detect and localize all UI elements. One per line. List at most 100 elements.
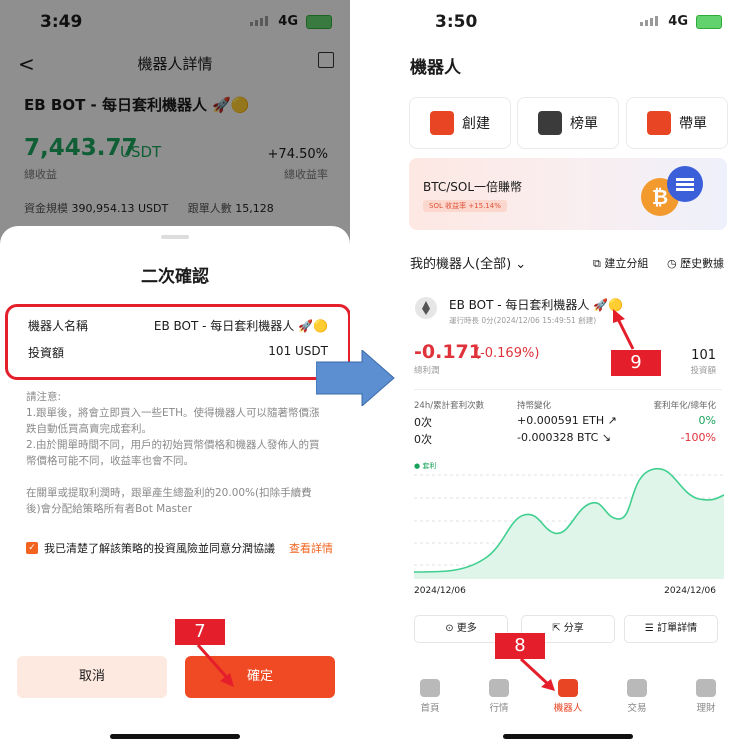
- clock-icon: ◷: [667, 257, 681, 270]
- arb-count-total: 0次: [414, 433, 432, 446]
- col-header-arb-count: 24h/累計套利次數: [414, 401, 485, 411]
- leaderboard-icon: [538, 111, 562, 135]
- arb-apr: 0%: [698, 414, 716, 427]
- history-link[interactable]: ◷ 歷史數據: [667, 255, 724, 271]
- signal-icon: [640, 16, 658, 26]
- more-button[interactable]: ⊙ 更多: [414, 615, 508, 643]
- banner-tag: SOL 收益率 +15.14%: [423, 200, 507, 212]
- copy-trade-label: 帶單: [679, 116, 707, 132]
- home-icon: [420, 679, 440, 697]
- cancel-button[interactable]: 取消: [17, 656, 167, 698]
- chart-date-start: 2024/12/06: [414, 586, 466, 596]
- pnl-label: 總利潤: [414, 366, 440, 376]
- create-icon: [430, 111, 454, 135]
- total-pnl: -0.171: [414, 341, 482, 363]
- leaderboard-label: 榜單: [570, 116, 598, 132]
- info-row-bot-name: 機器人名稱 EB BOT - 每日套利機器人 🚀🟡: [28, 317, 328, 334]
- chevron-down-icon: ⌄: [515, 257, 527, 272]
- leaderboard-button[interactable]: 榜單: [517, 97, 619, 149]
- sheet-title: 二次確認: [141, 267, 209, 287]
- bot-card[interactable]: EB BOT - 每日套利機器人 🚀🟡 運行時長 0分(2024/12/06 1…: [405, 283, 731, 663]
- tab-label: 機器人: [553, 703, 583, 714]
- note-line: 在關單或提取利潤時，跟單產生總盈利的20.00%(扣除手續費後)會分配給策略所有…: [26, 487, 312, 515]
- step-marker-7: 7: [175, 619, 225, 645]
- col-header-holding-change: 持幣變化: [517, 401, 552, 411]
- marker-arrow: [196, 644, 234, 687]
- total-apr: -100%: [680, 431, 716, 444]
- tab-label: 理財: [696, 703, 716, 714]
- home-indicator: [503, 734, 633, 739]
- note-line: 請注意:: [26, 391, 62, 403]
- tab-label: 行情: [489, 703, 509, 714]
- transition-arrow: [316, 350, 395, 406]
- sheet-handle[interactable]: [161, 235, 189, 239]
- left-screen: 3:49 4G < 機器人詳情 EB BOT - 每日套利機器人 🚀🟡 7,44…: [0, 0, 350, 747]
- home-indicator: [110, 734, 240, 739]
- my-bots-filter[interactable]: 我的機器人(全部) ⌄: [410, 253, 526, 272]
- copy-trade-button[interactable]: 帶單: [626, 97, 728, 149]
- investment-value: 101: [691, 348, 716, 363]
- btc-change: -0.000328 BTC ↘: [517, 431, 611, 444]
- agree-checkbox[interactable]: ✓: [26, 542, 38, 554]
- agree-text: 我已清楚了解該策略的投資風險並同意分潤協議: [44, 542, 275, 555]
- bot-runtime: 運行時長 0分(2024/12/06 15:49:51 創建): [449, 316, 597, 325]
- order-details-label: 訂單詳情: [657, 623, 698, 634]
- tab-trade[interactable]: 交易: [612, 673, 662, 714]
- trade-icon: [627, 679, 647, 697]
- tab-wealth[interactable]: 理財: [681, 673, 731, 714]
- info-row-investment: 投資額 101 USDT: [28, 344, 328, 361]
- more-label: 更多: [456, 623, 477, 634]
- chart-date-end: 2024/12/06: [664, 586, 716, 596]
- note-line: [26, 469, 326, 485]
- market-icon: [489, 679, 509, 697]
- note-line: 1.跟單後，將會立即買入一些ETH。使得機器人可以隨著幣價漲跌自動低買高賣完成套…: [26, 407, 320, 435]
- create-group-link[interactable]: ⧉ 建立分組: [593, 255, 648, 271]
- share-label: 分享: [563, 623, 584, 634]
- ethereum-icon: [415, 297, 437, 319]
- robot-icon: [558, 679, 578, 697]
- list-icon: ☰: [644, 623, 658, 634]
- banner-title: BTC/SOL一倍賺幣: [423, 180, 523, 194]
- order-details-button[interactable]: ☰ 訂單詳情: [624, 615, 718, 643]
- investment-label: 投資額: [690, 366, 716, 376]
- confirm-sheet: 二次確認 機器人名稱 EB BOT - 每日套利機器人 🚀🟡 投資額 101 U…: [0, 226, 350, 747]
- create-button[interactable]: 創建: [409, 97, 511, 149]
- marker-arrow: [519, 657, 555, 691]
- col-header-apr: 套利年化/總年化: [653, 401, 716, 411]
- solana-icon: [667, 166, 703, 202]
- view-details-link[interactable]: 查看詳情: [289, 540, 333, 556]
- status-bar: 3:50 4G: [395, 0, 740, 44]
- profit-chart: [414, 468, 724, 579]
- eth-change: +0.000591 ETH ↗: [517, 414, 617, 427]
- info-label: 投資額: [28, 346, 65, 360]
- more-icon: ⊙: [445, 623, 457, 634]
- step-marker-9: 9: [611, 350, 661, 376]
- history-label: 歷史數據: [680, 257, 725, 270]
- pnl-percent: (-0.169%): [475, 346, 540, 361]
- my-bots-label: 我的機器人(全部): [410, 257, 512, 272]
- divider: [414, 389, 722, 390]
- tab-home[interactable]: 首頁: [405, 673, 455, 714]
- info-value: EB BOT - 每日套利機器人 🚀🟡: [153, 319, 328, 333]
- promo-banner[interactable]: BTC/SOL一倍賺幣 SOL 收益率 +15.14% ₿: [409, 158, 727, 230]
- share-icon: ⇱: [552, 623, 564, 634]
- tab-label: 首頁: [420, 703, 440, 714]
- status-time: 3:50: [435, 12, 478, 32]
- arb-count-24h: 0次: [414, 416, 432, 429]
- bot-name: EB BOT - 每日套利機器人 🚀🟡: [449, 298, 624, 312]
- marker-arrow: [613, 309, 635, 350]
- copy-trade-icon: [647, 111, 671, 135]
- right-screen: 3:50 4G 機器人 創建 榜單 帶單 BTC/SOL一倍賺幣 SOL 收益率…: [395, 0, 740, 747]
- tab-label: 交易: [627, 703, 647, 714]
- wealth-icon: [696, 679, 716, 697]
- create-label: 創建: [462, 116, 490, 132]
- highlight-box: 機器人名稱 EB BOT - 每日套利機器人 🚀🟡 投資額 101 USDT: [5, 304, 350, 380]
- risk-note: 請注意: 1.跟單後，將會立即買入一些ETH。使得機器人可以隨著幣價漲跌自動低買…: [26, 389, 326, 517]
- network-label: 4G: [668, 14, 688, 29]
- agreement-row: ✓ 我已清楚了解該策略的投資風險並同意分潤協議 查看詳情: [26, 540, 333, 556]
- page-title: 機器人: [410, 58, 461, 78]
- copy-icon: ⧉: [593, 257, 605, 270]
- step-marker-8: 8: [495, 633, 545, 659]
- bottom-tab-bar: 首頁 行情 機器人 交易 理財: [395, 673, 740, 723]
- info-label: 機器人名稱: [28, 319, 89, 333]
